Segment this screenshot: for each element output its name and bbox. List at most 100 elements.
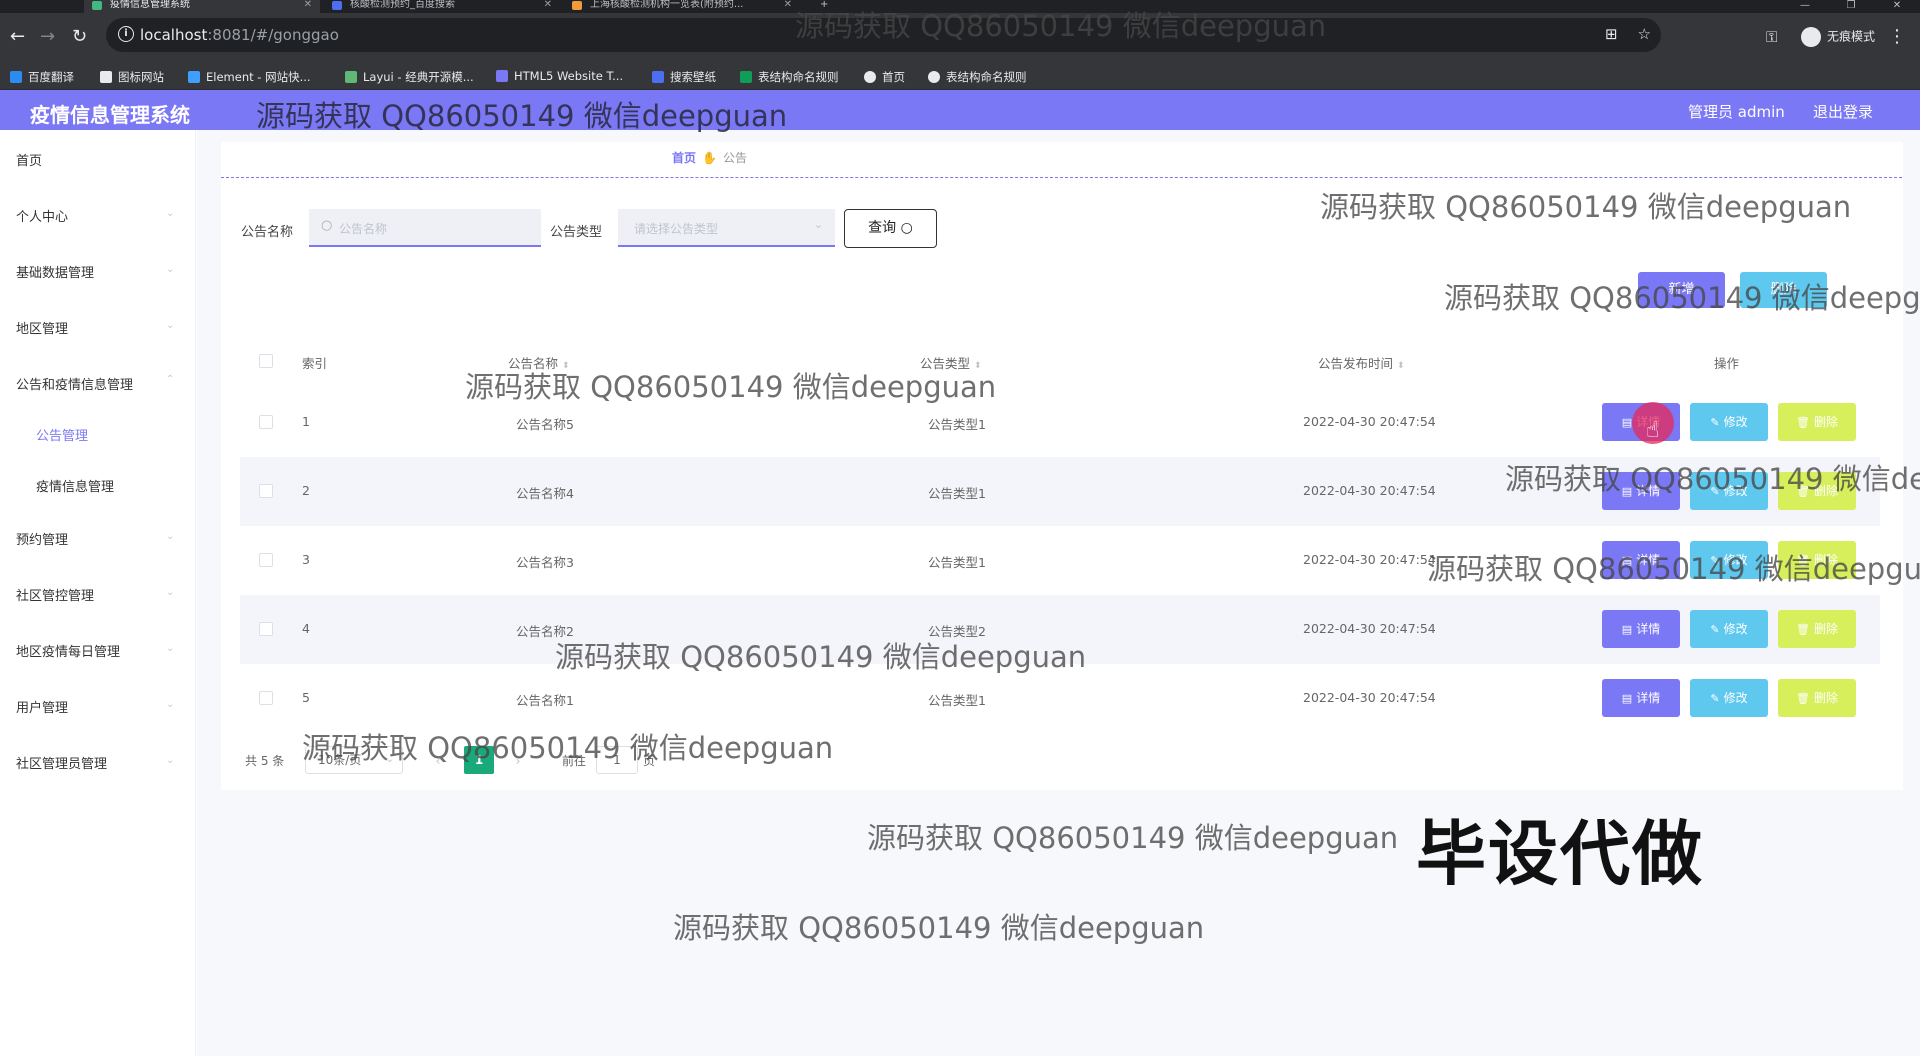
notice-name-input[interactable]: ○ 公告名称 <box>309 209 541 247</box>
chevron-down-icon: ⌄ <box>166 264 175 275</box>
bookmark-item[interactable]: 表结构命名规则 <box>928 69 1027 85</box>
info-icon[interactable]: i <box>118 26 134 42</box>
logout-link[interactable]: 退出登录 <box>1813 101 1873 122</box>
sort-icon[interactable]: ⬍ <box>1397 361 1405 371</box>
notice-type-select[interactable]: 请选择公告类型 ⌄ <box>618 209 835 247</box>
bookmark-item[interactable]: 搜索壁纸 <box>652 69 716 85</box>
detail-label: 详情 <box>1636 484 1661 498</box>
translate-icon[interactable]: ⊞ <box>1605 25 1618 43</box>
add-button[interactable]: 新增 <box>1638 272 1725 308</box>
sidebar-item-region[interactable]: 地区管理 <box>16 318 68 337</box>
document-icon: ▤ <box>1621 554 1633 567</box>
goto-input[interactable]: 1 <box>596 746 638 774</box>
sidebar-item-daily-region[interactable]: 地区疫情每日管理 <box>16 641 120 660</box>
browser-tab-active[interactable]: 疫情信息管理系统 ✕ <box>84 0 320 13</box>
chevron-down-icon: ⌄ <box>385 754 394 765</box>
edit-button[interactable]: ✎ 修改 <box>1690 541 1768 579</box>
row-checkbox[interactable] <box>259 415 273 429</box>
select-all-checkbox[interactable] <box>259 354 273 368</box>
forward-icon[interactable]: → <box>40 27 55 47</box>
row-checkbox[interactable] <box>259 622 273 636</box>
sidebar-item-appointment[interactable]: 预约管理 <box>16 529 68 548</box>
window-close-icon[interactable]: ✕ <box>1874 0 1920 11</box>
sidebar-item-base-data[interactable]: 基础数据管理 <box>16 262 94 281</box>
detail-button[interactable]: ▤详情 <box>1602 472 1680 510</box>
sidebar-item-notice-epidemic[interactable]: 公告和疫情信息管理 <box>16 374 133 393</box>
cell-name: 公告名称3 <box>516 555 574 570</box>
browser-tab[interactable]: 核酸检测预约_百度搜索 ✕ <box>324 0 560 13</box>
sidebar-item-users[interactable]: 用户管理 <box>16 697 68 716</box>
row-checkbox[interactable] <box>259 484 273 498</box>
sidebar-item-home[interactable]: 首页 <box>16 150 42 169</box>
sort-icon[interactable]: ⬍ <box>974 361 982 371</box>
chevron-down-icon: ⌄ <box>166 531 175 542</box>
delete-button[interactable]: 🗑 删除 <box>1778 541 1856 579</box>
col-time[interactable]: 公告发布时间 ⬍ <box>1318 353 1405 372</box>
minimize-icon[interactable]: — <box>1782 0 1828 11</box>
bookmark-item[interactable]: 表结构命名规则 <box>740 69 839 85</box>
maximize-icon[interactable]: ❐ <box>1828 0 1874 11</box>
delete-button[interactable]: 🗑 删除 <box>1778 610 1856 648</box>
tab-label: 上海核酸检测机构一览表(附预约... <box>590 0 744 10</box>
query-button-label: 查询 <box>868 220 897 236</box>
chevron-down-icon: ⌄ <box>166 587 175 598</box>
sidebar-item-community-control[interactable]: 社区管控管理 <box>16 585 94 604</box>
cell-name: 公告名称4 <box>516 486 574 501</box>
new-tab-button[interactable]: + <box>812 0 842 13</box>
edit-label: 修改 <box>1723 691 1748 705</box>
edit-button[interactable]: ✎ 修改 <box>1690 679 1768 717</box>
edit-button[interactable]: ✎ 修改 <box>1690 403 1768 441</box>
bookmark-item[interactable]: HTML5 Website T... <box>496 69 623 83</box>
bookmark-item[interactable]: 首页 <box>864 69 905 85</box>
next-page-icon[interactable]: › <box>504 747 532 775</box>
detail-button[interactable]: ▤详情 <box>1602 610 1680 648</box>
key-icon[interactable]: ⚿ <box>1766 27 1777 47</box>
row-checkbox[interactable] <box>259 691 273 705</box>
page-size-value: 10条/页 <box>318 753 362 767</box>
incognito-indicator[interactable]: 无痕模式 <box>1800 27 1875 47</box>
bookmark-item[interactable]: 图标网站 <box>100 69 164 85</box>
edit-button[interactable]: ✎ 修改 <box>1690 472 1768 510</box>
close-icon[interactable]: ✕ <box>784 0 792 10</box>
detail-button[interactable]: ▤详情 <box>1602 541 1680 579</box>
detail-button[interactable]: ▤详情 <box>1602 679 1680 717</box>
sidebar-item-profile[interactable]: 个人中心 <box>16 206 68 225</box>
edit-button[interactable]: ✎ 修改 <box>1690 610 1768 648</box>
breadcrumb-home[interactable]: 首页 <box>672 151 696 165</box>
reload-icon[interactable]: ↻ <box>72 27 87 47</box>
col-name[interactable]: 公告名称 ⬍ <box>508 353 570 372</box>
edit-label: 修改 <box>1723 622 1748 636</box>
page-current[interactable]: 1 <box>464 746 494 774</box>
prev-page-icon[interactable]: ‹ <box>424 747 452 775</box>
delete-button[interactable]: 🗑 删除 <box>1778 403 1856 441</box>
chevron-down-icon: ⌄ <box>166 755 175 766</box>
delete-button[interactable]: 🗑 删除 <box>1778 472 1856 510</box>
close-icon[interactable]: ✕ <box>544 0 552 10</box>
query-button[interactable]: 查询 ○ <box>844 209 937 248</box>
col-type[interactable]: 公告类型 ⬍ <box>920 353 982 372</box>
cell-type: 公告类型1 <box>928 555 986 570</box>
element-icon <box>188 71 200 83</box>
back-icon[interactable]: ← <box>10 27 25 47</box>
document-icon: ▤ <box>1621 692 1633 705</box>
url-field[interactable]: i localhost:8081/#/gonggao ⊞ ☆ <box>106 18 1661 52</box>
row-checkbox[interactable] <box>259 553 273 567</box>
sidebar-item-epidemic-info[interactable]: 疫情信息管理 <box>36 476 114 495</box>
delete-button[interactable]: 🗑 删除 <box>1778 679 1856 717</box>
bookmark-item[interactable]: 百度翻译 <box>10 69 74 85</box>
more-menu-icon[interactable]: ⋮ <box>1888 26 1906 47</box>
bookmark-item[interactable]: Element - 网站快... <box>188 69 311 85</box>
bookmark-item[interactable]: Layui - 经典开源模... <box>345 69 474 85</box>
browser-tab[interactable]: 上海核酸检测机构一览表(附预约... ✕ <box>564 0 800 13</box>
star-icon[interactable]: ☆ <box>1638 25 1651 43</box>
site-icon <box>572 1 582 10</box>
sidebar-item-notice[interactable]: 公告管理 <box>36 425 88 444</box>
sidebar-item-community-admins[interactable]: 社区管理员管理 <box>16 753 107 772</box>
close-icon[interactable]: ✕ <box>304 0 312 10</box>
sort-icon[interactable]: ⬍ <box>562 361 570 371</box>
trash-icon: 🗑 <box>1796 485 1810 498</box>
globe-icon <box>864 71 876 83</box>
page-size-select[interactable]: 10条/页 ⌄ <box>305 746 403 774</box>
notice-name-placeholder: 公告名称 <box>339 222 388 236</box>
batch-delete-button[interactable]: 删除 <box>1740 272 1827 308</box>
